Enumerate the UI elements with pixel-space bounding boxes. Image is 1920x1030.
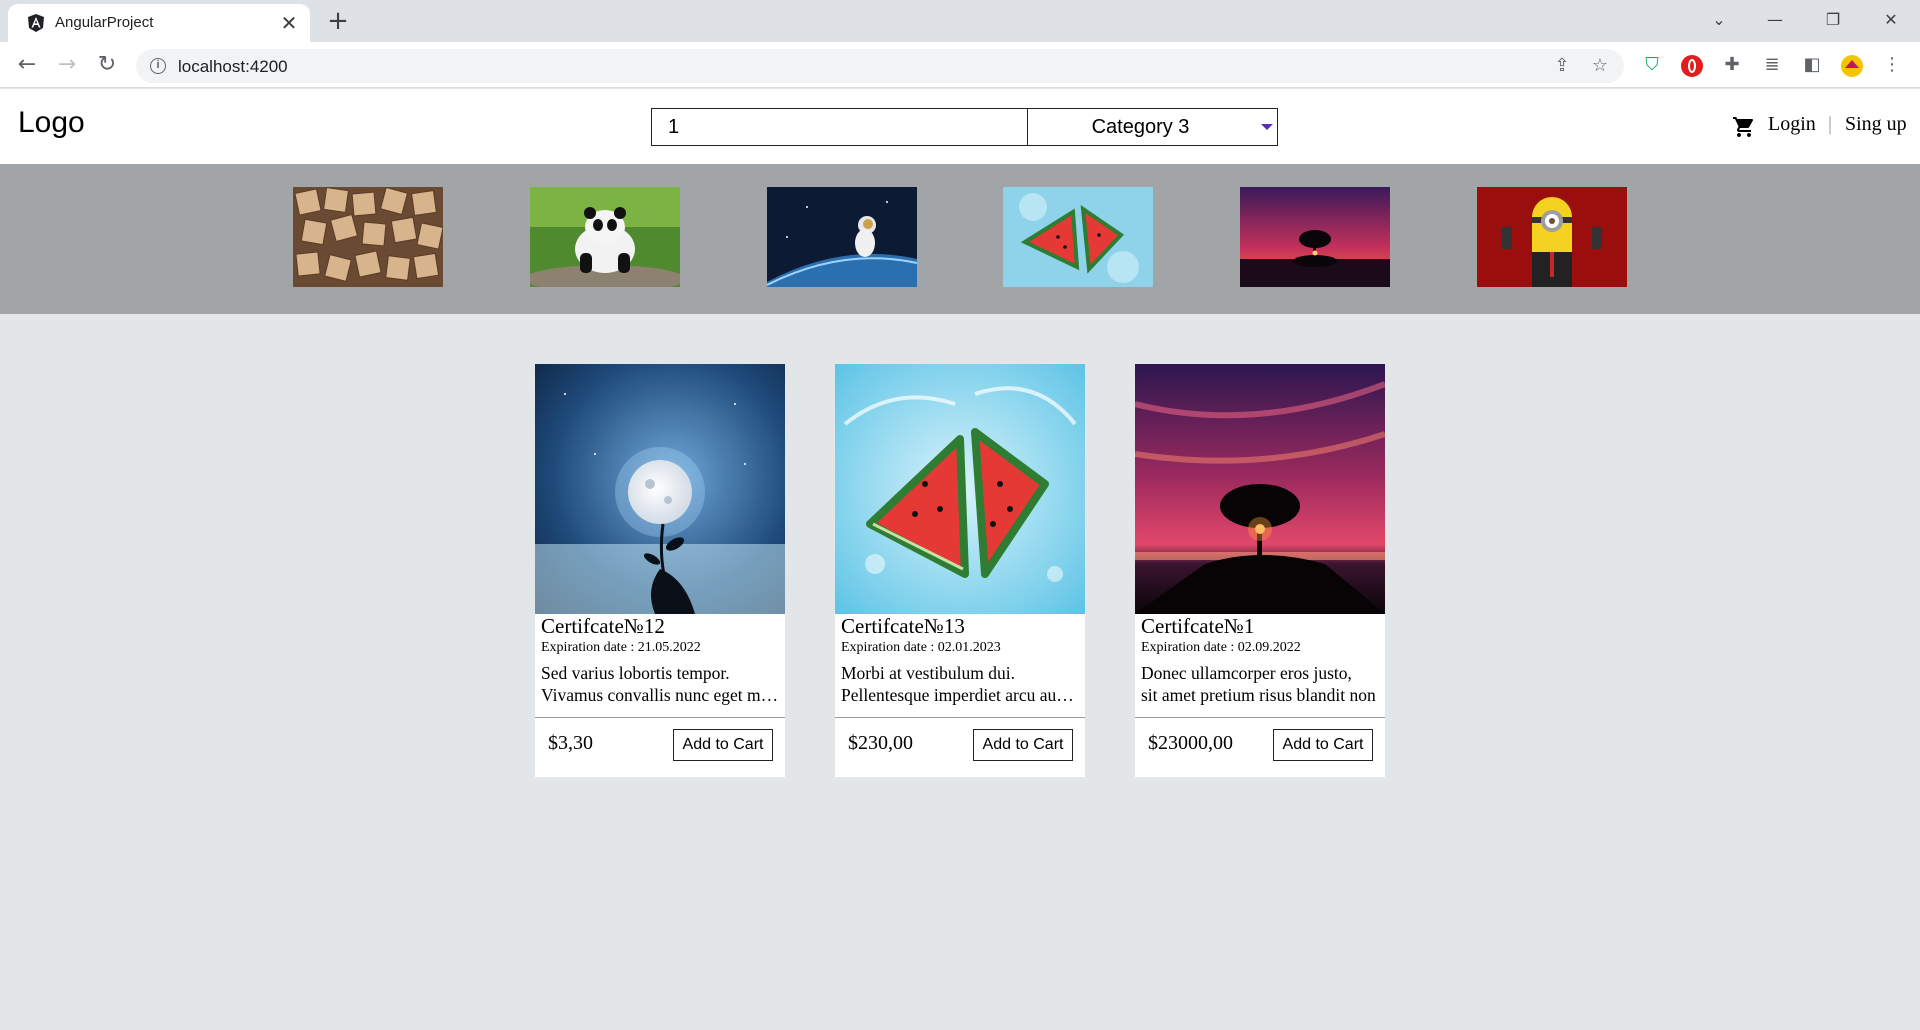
bookmark-star-icon[interactable]: ☆ xyxy=(1588,54,1612,78)
add-to-cart-button[interactable]: Add to Cart xyxy=(1273,729,1373,761)
browser-menu-icon[interactable]: ⋮ xyxy=(1880,54,1904,78)
sunset-tree-image xyxy=(1240,187,1390,287)
scrabble-tiles-image xyxy=(293,187,443,287)
category-thumb-panda[interactable] xyxy=(530,187,680,287)
add-to-cart-button[interactable]: Add to Cart xyxy=(673,729,773,761)
product-description-line: sit amet pretium risus blandit non xyxy=(1141,685,1376,705)
watermelon-image xyxy=(1003,187,1153,287)
category-selected-value: Category 3 xyxy=(1091,116,1190,138)
category-thumb-scrabble[interactable] xyxy=(293,187,443,287)
tab-search-icon[interactable]: ⌄ xyxy=(1696,6,1742,34)
product-description: Donec ullamcorper eros justo, sit amet p… xyxy=(1141,662,1381,706)
product-description-line: Donec ullamcorper eros justo, xyxy=(1141,663,1352,683)
site-info-icon[interactable]: i xyxy=(150,58,166,74)
product-title[interactable]: Certifcate№13 xyxy=(841,614,965,639)
url-text: localhost:4200 xyxy=(178,57,288,76)
product-price: $23000,00 xyxy=(1148,732,1233,754)
category-thumb-watermelon[interactable] xyxy=(1003,187,1153,287)
close-window-icon[interactable]: ✕ xyxy=(1868,6,1914,34)
forward-icon[interactable]: → xyxy=(52,50,82,80)
chevron-down-icon xyxy=(1261,124,1273,130)
product-expiration: Expiration date : 02.09.2022 xyxy=(1141,640,1301,655)
category-select[interactable]: Category 3 xyxy=(1027,108,1278,146)
opera-extension-icon[interactable] xyxy=(1680,54,1704,78)
category-thumb-sunset-tree[interactable] xyxy=(1240,187,1390,287)
category-thumb-minion[interactable] xyxy=(1477,187,1627,287)
back-icon[interactable]: ← xyxy=(12,50,42,80)
angular-icon xyxy=(28,14,44,32)
product-card: Certifcate№12 Expiration date : 21.05.20… xyxy=(535,364,785,777)
header-separator: | xyxy=(1828,113,1833,135)
product-title[interactable]: Certifcate№12 xyxy=(541,614,665,639)
browser-toolbar: ← → ↻ i localhost:4200 ⇪ ☆ ⛉ ✚ ≣ ◧ ⋮ xyxy=(0,42,1920,88)
moon-hand-image xyxy=(535,364,785,614)
search-input[interactable] xyxy=(651,108,1028,146)
product-description-line: Pellentesque imperdiet arcu auctor xyxy=(841,685,1081,705)
product-card: Certifcate№1 Expiration date : 02.09.202… xyxy=(1135,364,1385,777)
product-price: $3,30 xyxy=(548,732,593,754)
login-link[interactable]: Login xyxy=(1768,113,1816,136)
cart-icon[interactable] xyxy=(1732,115,1756,139)
browser-tabstrip: AngularProject ✕ + ⌄ — ❐ ✕ xyxy=(0,0,1920,42)
add-to-cart-button[interactable]: Add to Cart xyxy=(973,729,1073,761)
browser-tab[interactable]: AngularProject ✕ xyxy=(8,4,310,42)
tab-close-icon[interactable]: ✕ xyxy=(278,12,300,34)
panda-image xyxy=(530,187,680,287)
new-tab-icon[interactable]: + xyxy=(324,8,352,36)
product-image[interactable] xyxy=(535,364,785,614)
puzzle-extensions-icon[interactable]: ✚ xyxy=(1720,54,1744,78)
minimize-icon[interactable]: — xyxy=(1752,6,1798,34)
product-card: Certifcate№13 Expiration date : 02.01.20… xyxy=(835,364,1085,777)
watermelon-image xyxy=(835,364,1085,614)
card-divider xyxy=(835,717,1085,718)
category-strip xyxy=(0,164,1920,314)
astronaut-image xyxy=(767,187,917,287)
app-header: Logo Category 3 Login | Sing up xyxy=(0,89,1920,164)
product-expiration: Expiration date : 02.01.2023 xyxy=(841,640,1001,655)
side-panel-icon[interactable]: ◧ xyxy=(1800,54,1824,78)
card-divider xyxy=(1135,717,1385,718)
product-expiration: Expiration date : 21.05.2022 xyxy=(541,640,701,655)
product-description-line: Vivamus convallis nunc eget massa xyxy=(541,685,781,705)
product-description-line: Sed varius lobortis tempor. xyxy=(541,663,730,683)
tab-title: AngularProject xyxy=(55,14,154,31)
card-divider xyxy=(535,717,785,718)
minion-image xyxy=(1477,187,1627,287)
product-description: Sed varius lobortis tempor. Vivamus conv… xyxy=(541,662,781,706)
shield-extension-icon[interactable]: ⛉ xyxy=(1640,54,1664,78)
category-thumb-astronaut[interactable] xyxy=(767,187,917,287)
reload-icon[interactable]: ↻ xyxy=(92,50,122,80)
logo[interactable]: Logo xyxy=(18,106,85,140)
product-image[interactable] xyxy=(835,364,1085,614)
profile-avatar-icon[interactable] xyxy=(1840,54,1864,78)
signup-link[interactable]: Sing up xyxy=(1845,113,1907,136)
restore-icon[interactable]: ❐ xyxy=(1810,6,1856,34)
reading-list-icon[interactable]: ≣ xyxy=(1760,54,1784,78)
sunset-tree-image xyxy=(1135,364,1385,614)
product-image[interactable] xyxy=(1135,364,1385,614)
product-description: Morbi at vestibulum dui. Pellentesque im… xyxy=(841,662,1081,706)
product-description-line: Morbi at vestibulum dui. xyxy=(841,663,1016,683)
address-bar[interactable]: i localhost:4200 ⇪ ☆ xyxy=(136,49,1624,83)
product-price: $230,00 xyxy=(848,732,913,754)
share-icon[interactable]: ⇪ xyxy=(1550,54,1574,78)
product-title[interactable]: Certifcate№1 xyxy=(1141,614,1254,639)
